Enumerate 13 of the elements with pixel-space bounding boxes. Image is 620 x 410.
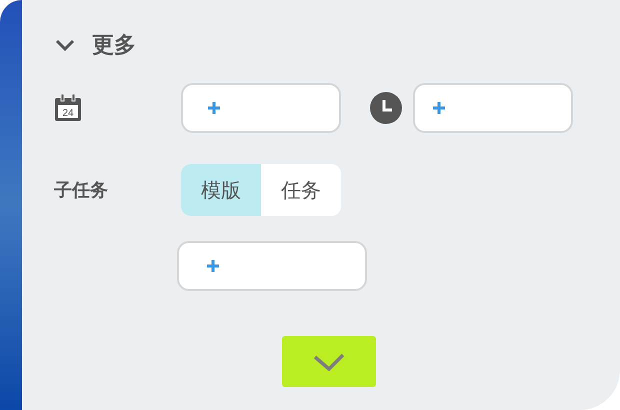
checkmark-icon: [313, 352, 345, 370]
clock-icon: [370, 92, 402, 124]
date-field[interactable]: [181, 83, 341, 133]
subtask-label: 子任务: [54, 180, 108, 200]
chevron-icon[interactable]: [54, 38, 76, 52]
plus-icon: [433, 102, 445, 114]
subtask-field[interactable]: [177, 241, 367, 291]
plus-icon: [208, 102, 220, 114]
plus-icon: [207, 260, 219, 272]
segment-tab[interactable]: 模版: [181, 164, 261, 216]
confirm-button[interactable]: [282, 336, 376, 387]
time-field[interactable]: [413, 83, 573, 133]
section-title: 更多: [92, 32, 136, 60]
